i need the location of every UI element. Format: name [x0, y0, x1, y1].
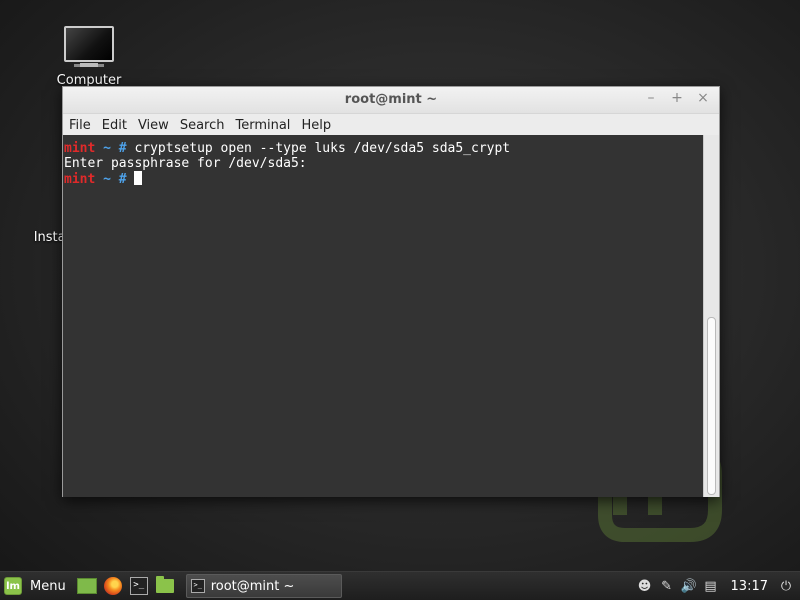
minimize-icon[interactable]: –	[645, 90, 657, 106]
mint-menu-icon: lm	[4, 577, 22, 595]
menu-terminal[interactable]: Terminal	[231, 118, 294, 133]
show-desktop-icon[interactable]	[76, 575, 98, 597]
power-icon[interactable]: ⏻	[778, 578, 794, 594]
terminal-output[interactable]: mint ~ # cryptsetup open --type luks /de…	[63, 135, 706, 497]
menu-search[interactable]: Search	[176, 118, 229, 133]
prompt-symbol: #	[118, 172, 127, 187]
menu-help[interactable]: Help	[297, 118, 335, 133]
menu-edit[interactable]: Edit	[98, 118, 131, 133]
taskbar-item-label: root@mint ~	[210, 578, 295, 594]
terminal-line: mint ~ # cryptsetup open --type luks /de…	[63, 141, 706, 156]
pen-icon[interactable]: ✎	[659, 578, 675, 594]
menu-button[interactable]: lm Menu	[0, 572, 74, 600]
prompt-dir: ~	[103, 172, 111, 187]
prompt-host: mint	[64, 141, 96, 156]
firefox-icon[interactable]	[102, 575, 124, 597]
window-titlebar[interactable]: root@mint ~ – + ×	[63, 87, 719, 114]
close-icon[interactable]: ×	[697, 90, 709, 106]
computer-icon	[64, 26, 114, 67]
prompt-dir: ~	[103, 141, 111, 156]
window-title: root@mint ~	[344, 92, 438, 107]
prompt-symbol: #	[118, 141, 127, 156]
user-icon[interactable]: ☻	[637, 578, 653, 594]
terminal-icon: >_	[190, 579, 205, 593]
maximize-icon[interactable]: +	[671, 90, 683, 106]
menu-view[interactable]: View	[134, 118, 173, 133]
clipboard-icon[interactable]: ▤	[703, 578, 719, 594]
terminal-line: Enter passphrase for /dev/sda5:	[63, 156, 706, 171]
command-text: cryptsetup open --type luks /dev/sda5 sd…	[134, 141, 511, 156]
desktop-icon-computer[interactable]: Computer	[48, 22, 130, 88]
output-text: Enter passphrase for /dev/sda5:	[64, 156, 307, 171]
taskbar-item-terminal[interactable]: >_ root@mint ~	[185, 574, 342, 598]
text-cursor	[134, 171, 143, 185]
menu-label: Menu	[30, 578, 66, 594]
taskbar-panel: lm Menu >_ >_ root@mint ~ ☻ ✎ 🔊 ▤ 13:17 …	[0, 571, 800, 600]
terminal-icon[interactable]: >_	[128, 575, 150, 597]
system-tray: ☻ ✎ 🔊 ▤ 13:17 ⏻	[637, 578, 800, 594]
terminal-window[interactable]: root@mint ~ – + × File Edit View Search …	[62, 86, 720, 497]
scrollbar-thumb[interactable]	[707, 317, 716, 495]
prompt-host: mint	[64, 172, 96, 187]
menu-bar: File Edit View Search Terminal Help	[63, 114, 719, 137]
vertical-scrollbar[interactable]	[703, 135, 719, 497]
files-icon[interactable]	[154, 575, 176, 597]
volume-icon[interactable]: 🔊	[680, 578, 696, 594]
menu-file[interactable]: File	[65, 118, 95, 133]
terminal-line: mint ~ #	[63, 171, 706, 187]
clock[interactable]: 13:17	[731, 579, 768, 594]
